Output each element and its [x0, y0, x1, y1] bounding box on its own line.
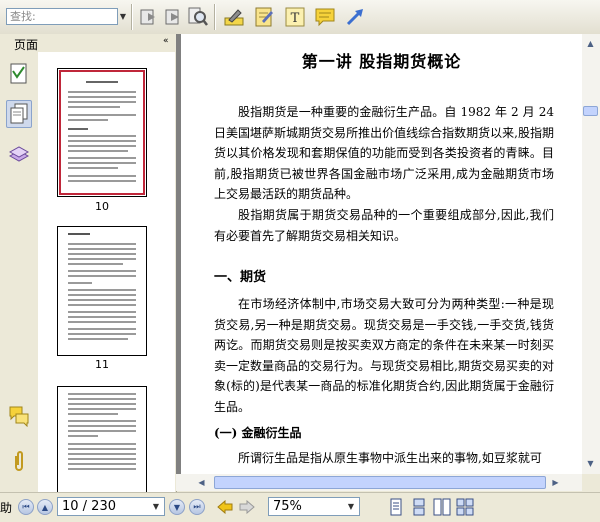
toolbar-separator — [214, 4, 216, 30]
svg-text:T: T — [291, 11, 300, 26]
paragraph: 所谓衍生品是指从原生事物中派生出来的事物,如豆浆就可 — [238, 451, 542, 465]
zoom-value: 75% — [273, 499, 302, 514]
scroll-left-icon[interactable]: ◀ — [194, 475, 209, 490]
vertical-scrollbar[interactable]: ▲ ▼ — [582, 34, 600, 474]
page-thumbnail[interactable] — [57, 226, 147, 356]
paragraph: 股指期货属于期货交易品种的一个重要组成部分,因此,我们有必要首先了解期货交易相关… — [214, 208, 554, 243]
paragraph: 股指期货是一种重要的金融衍生产品。自 1982 年 2 月 24 日美国堪萨斯城… — [214, 105, 554, 202]
thumbnail-label: 11 — [95, 358, 109, 371]
main-toolbar: 查找: ▼ T — [0, 0, 600, 35]
pages-tab-icon[interactable] — [6, 100, 32, 128]
text-tool-icon[interactable]: T — [283, 5, 307, 29]
vertical-scroll-thumb[interactable] — [583, 106, 598, 116]
horizontal-scrollbar[interactable]: ◀ ▶ — [176, 474, 582, 491]
facing-pages-view-icon[interactable] — [433, 498, 451, 516]
toolbar-separator — [131, 4, 133, 30]
first-page-icon[interactable]: ⏮ — [18, 499, 34, 515]
page-thumbnail[interactable] — [57, 68, 147, 197]
attachments-tab-icon[interactable] — [6, 447, 32, 475]
comments-tab-icon[interactable] — [6, 402, 32, 430]
paragraph: 在市场经济体制中,市场交易大致可分为两种类型:一种是现货交易,另一种是期货交易。… — [214, 297, 554, 414]
find-icon[interactable] — [186, 5, 210, 29]
bookmarks-tab-icon[interactable] — [6, 60, 32, 88]
search-dropdown-icon[interactable]: ▼ — [118, 8, 128, 25]
sidebar-collapse-button[interactable]: « — [163, 36, 169, 46]
last-page-icon[interactable]: ⏭ — [189, 499, 205, 515]
sidebar-tab-strip — [0, 52, 38, 494]
scroll-right-icon[interactable]: ▶ — [548, 475, 563, 490]
continuous-view-icon[interactable] — [410, 498, 428, 516]
notepad-icon[interactable] — [252, 5, 276, 29]
sidebar-title: 页面 — [14, 38, 39, 52]
scroll-corner — [582, 474, 600, 491]
previous-page-icon[interactable]: ▲ — [37, 499, 53, 515]
arrow-tool-icon[interactable] — [343, 5, 367, 29]
sidebar-panel: 页面 « 10 11 — [0, 34, 177, 494]
page-thumbnail[interactable] — [57, 386, 147, 494]
document-page: 第一讲 股指期货概论 股指期货是一种重要的金融衍生产品。自 1982 年 2 月… — [181, 34, 582, 474]
sidebar-header: 页面 « — [0, 34, 176, 52]
page-number-input[interactable]: 10 / 230 ▼ — [57, 497, 165, 516]
page-title: 第一讲 股指期货概论 — [301, 52, 462, 71]
single-page-view-icon[interactable] — [387, 498, 405, 516]
next-page-icon[interactable]: ▼ — [169, 499, 185, 515]
go-back-icon[interactable] — [216, 498, 234, 516]
search-input[interactable]: 查找: — [6, 8, 118, 25]
status-bar: 助 ⏮ ▲ 10 / 230 ▼ ▼ ⏭ 75% ▼ — [0, 492, 600, 522]
section-heading: 一、期货 — [214, 270, 267, 285]
comment-icon[interactable] — [313, 5, 337, 29]
zoom-select[interactable]: 75% ▼ — [268, 497, 360, 516]
go-forward-icon[interactable] — [238, 498, 256, 516]
horizontal-scroll-thumb[interactable] — [214, 476, 546, 489]
thumbnail-label: 10 — [95, 200, 109, 213]
scroll-down-icon[interactable]: ▼ — [583, 456, 598, 471]
zoom-dropdown-icon[interactable]: ▼ — [344, 499, 358, 514]
scroll-up-icon[interactable]: ▲ — [583, 36, 598, 51]
subsection-heading: (一) 金融衍生品 — [214, 426, 302, 440]
back-icon[interactable] — [136, 5, 160, 29]
page-dropdown-icon[interactable]: ▼ — [149, 499, 163, 514]
continuous-facing-view-icon[interactable] — [456, 498, 474, 516]
thumbnail-pane[interactable]: 10 11 — [38, 52, 175, 494]
highlighter-icon[interactable] — [222, 5, 246, 29]
layers-tab-icon[interactable] — [6, 140, 32, 168]
next-icon[interactable] — [161, 5, 185, 29]
page-number-value: 10 / 230 — [62, 499, 116, 514]
status-left-label: 助 — [0, 501, 13, 515]
